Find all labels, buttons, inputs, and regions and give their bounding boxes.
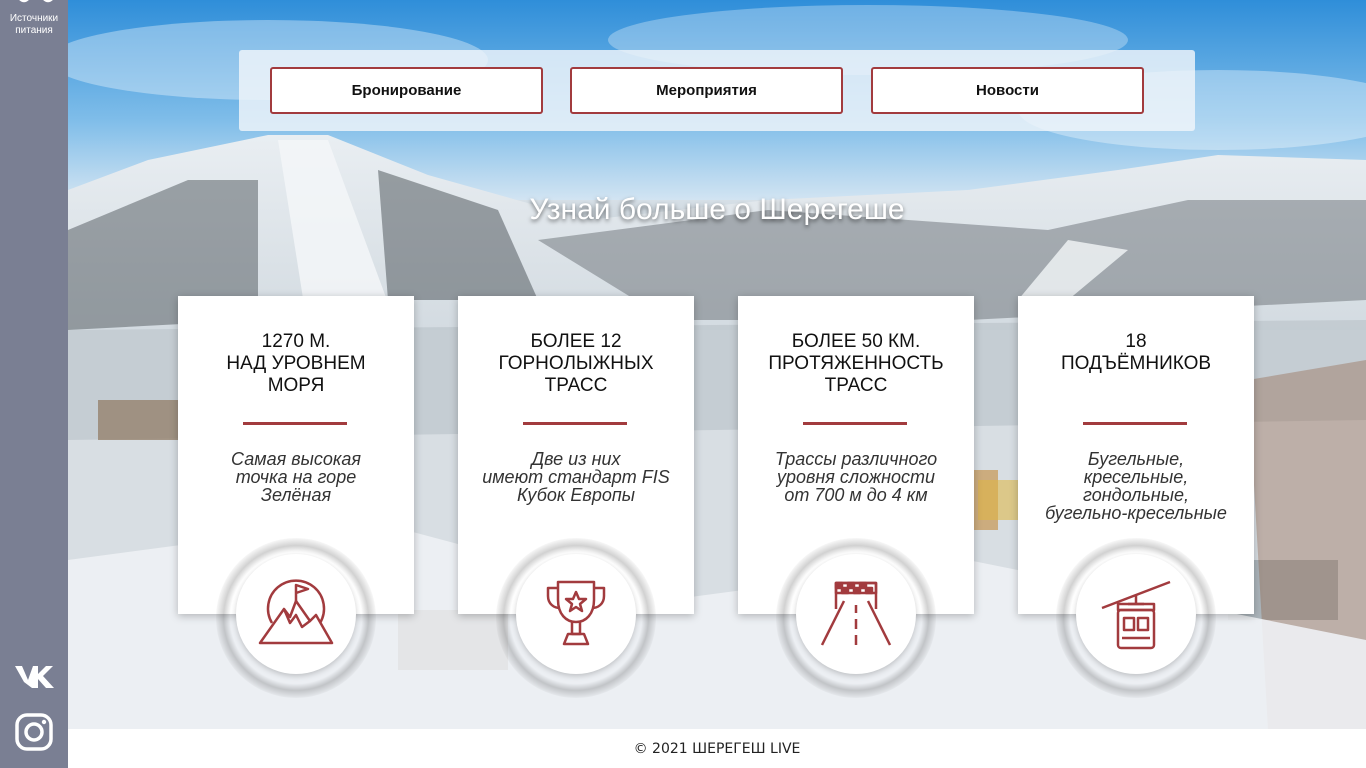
card-desc-line: кресельные, (1083, 467, 1189, 487)
news-button[interactable]: Новости (871, 67, 1144, 114)
booking-button[interactable]: Бронирование (270, 67, 543, 114)
card-title: Более 12 горнолыжных трасс (458, 331, 694, 397)
card-desc-line: Зелёная (260, 485, 332, 505)
card-divider (803, 422, 907, 425)
card-title: Более 50 км. протяженность трасс (738, 331, 974, 397)
card-description: Трассы различного уровня сложности от 70… (742, 450, 970, 504)
finish-road-icon (820, 581, 892, 646)
card-description: Бугельные, кресельные, гондольные, бугел… (1022, 450, 1250, 522)
card-desc-line: Трассы различного (774, 449, 938, 469)
card-desc-line: бугельно-кресельные (1045, 503, 1227, 523)
card-divider (243, 422, 347, 425)
card-desc-line: уровня сложности (776, 467, 935, 487)
card-title: 1270 м. над уровнем моря (178, 331, 414, 397)
card-desc-line: точка на горе (235, 467, 357, 487)
trophy-icon (546, 580, 606, 646)
hero-title: Узнай больше о Шерегеше (529, 193, 905, 226)
events-button[interactable]: Мероприятия (570, 67, 843, 114)
mountain-flag-icon (258, 579, 334, 645)
card-desc-line: гондольные, (1083, 485, 1189, 505)
sidebar: Источники питания (0, 0, 68, 768)
footer-copyright: © 2021 ШЕРЕГЕШ LIVE (68, 729, 1366, 768)
card-icon-circle (236, 554, 356, 674)
card-desc-line: Кубок Европы (516, 485, 635, 505)
card-title-line: Более 50 км. (791, 331, 921, 352)
card-icon-circle (516, 554, 636, 674)
card-title-line: Более 12 (530, 331, 622, 352)
card-title-line: горнолыжных (498, 353, 654, 374)
card-description: Самая высокая точка на горе Зелёная (182, 450, 410, 504)
nav-panel: Бронирование Мероприятия Новости (239, 50, 1195, 131)
gondola-lift-icon (1101, 580, 1171, 650)
card-title-line: подъёмников (1060, 353, 1212, 374)
card-desc-line: Бугельные, (1087, 449, 1185, 469)
card-title-line: трасс (544, 375, 608, 396)
card-title: 18 подъёмников (1018, 331, 1254, 375)
card-title-line: над уровнем (226, 353, 366, 374)
card-desc-line: Самая высокая (231, 449, 361, 469)
card-title-line: 1270 м. (261, 331, 331, 352)
card-desc-line: имеют стандарт FIS (482, 467, 670, 487)
card-divider (523, 422, 627, 425)
card-title-line: протяженность (768, 353, 944, 374)
card-title-line: 18 (1125, 331, 1147, 352)
power-sources-icon[interactable] (10, 0, 58, 8)
sources-label-line1: Источники (9, 13, 59, 24)
card-icon-circle (796, 554, 916, 674)
power-sources-link[interactable]: Источники питания (0, 13, 68, 37)
card-description: Две из них имеют стандарт FIS Кубок Евро… (462, 450, 690, 504)
instagram-icon[interactable] (14, 712, 54, 752)
vk-icon[interactable] (13, 660, 55, 694)
feature-card: 18 подъёмников Бугельные, кресельные, го… (1018, 296, 1254, 698)
sources-label-line2: питания (15, 25, 53, 36)
card-desc-line: от 700 м до 4 км (784, 485, 928, 505)
card-desc-line: Две из них (531, 449, 621, 469)
feature-card: Более 12 горнолыжных трасс Две из них им… (458, 296, 694, 698)
feature-card: 1270 м. над уровнем моря Самая высокая т… (178, 296, 414, 698)
card-icon-circle (1076, 554, 1196, 674)
feature-card: Более 50 км. протяженность трасс Трассы … (738, 296, 974, 698)
card-title-line: моря (267, 375, 325, 396)
card-title-line: трасс (824, 375, 888, 396)
card-divider (1083, 422, 1187, 425)
